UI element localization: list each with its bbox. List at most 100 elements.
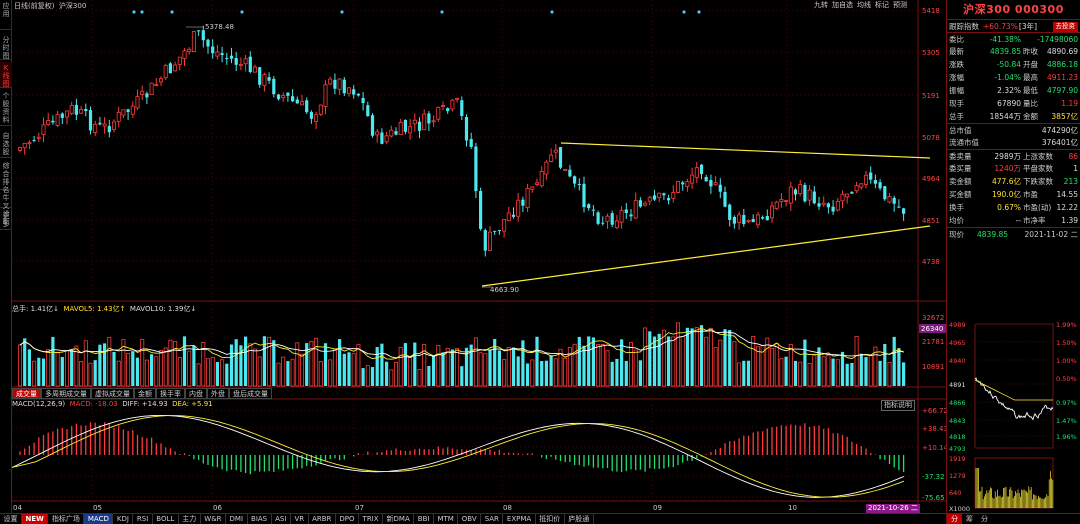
mini-pct-tick: 1.00% (1056, 357, 1077, 365)
invest-button[interactable]: 去投资 (1052, 22, 1078, 32)
candle-body (469, 139, 473, 147)
volume-bar (831, 358, 835, 386)
candle-body (544, 161, 549, 175)
indicator-help-button[interactable]: 指标说明 (881, 400, 915, 411)
candle-body (145, 93, 149, 98)
intraday-mini-chart[interactable]: 4989 4965 4940 4891 4866 4843 4818 4793 1.99% 1.5… (947, 318, 1080, 513)
indicator-tab-19[interactable]: OBV (458, 514, 482, 524)
candle-body (601, 222, 605, 224)
volume-tab-7[interactable]: 盘后成交量 (229, 388, 272, 399)
volume-tab-3[interactable]: 金额 (134, 388, 156, 399)
sidebar-item-6[interactable]: 牛 叉 诊 断 (0, 192, 12, 226)
indicator-tab-11[interactable]: ASI (272, 514, 291, 524)
volume-tab-1[interactable]: 多周期成交量 (41, 388, 91, 399)
toolbar-item-2[interactable]: 均线 (857, 1, 871, 9)
indicator-tab-5[interactable]: RSI (133, 514, 153, 524)
volume-bar (135, 357, 140, 386)
toolbar-item-0[interactable]: 九转 (814, 1, 828, 9)
rows3-row: 均价 -- 市净率 1.39 (949, 216, 1078, 225)
mini-pct-tick: 0.50% (1056, 375, 1077, 383)
indicator-tab-8[interactable]: W&R (201, 514, 227, 524)
right-tab-0[interactable]: 分 (947, 514, 962, 524)
volume-bar (648, 331, 652, 386)
candle-body (624, 209, 628, 214)
volume-bar (732, 341, 737, 387)
sidebar-item-7[interactable]: 更 多 (0, 210, 12, 230)
volume-tab-2[interactable]: 虚拟成交量 (91, 388, 134, 399)
rows3-row: 委卖量 2989万 上涨家数 86 (947, 149, 1080, 162)
candle-body (422, 113, 427, 131)
volume-tab-6[interactable]: 外盘 (207, 388, 229, 399)
candle-body (446, 108, 450, 112)
mini-price-tick: 4843 (949, 417, 966, 425)
toolbar-item-4[interactable]: 预测 (893, 1, 907, 9)
indicator-tab-17[interactable]: BBI (414, 514, 434, 524)
indicator-tab-18[interactable]: MTM (434, 514, 459, 524)
sidebar-item-1[interactable]: 分 时 图 (0, 34, 12, 60)
indicator-tab-0[interactable]: 设置 (0, 514, 22, 524)
indicator-tab-16[interactable]: 新DMA (383, 514, 415, 524)
sidebar-item-3[interactable]: 个 股 资 料 (0, 90, 12, 126)
indicator-tab-15[interactable]: TRIX (359, 514, 384, 524)
indicator-tab-7[interactable]: 主力 (179, 514, 201, 524)
chart-canvas[interactable]: 5418 5305 5191 5078 4964 4851 4738 32672 21781 10… (12, 0, 946, 512)
toolbar-item-1[interactable]: 加自选 (832, 1, 853, 9)
indicator-tab-9[interactable]: DMI (226, 514, 248, 524)
rows3-row: 卖金额 477.6亿 下跌家数 213 (949, 177, 1078, 186)
sidebar-item-4[interactable]: 自 选 股 (0, 130, 12, 158)
volume-bar (150, 354, 154, 386)
volume-bar (643, 327, 648, 387)
candle-body (238, 64, 243, 66)
candle-body (346, 87, 351, 95)
indicator-tab-20[interactable]: SAR (481, 514, 504, 524)
candle-body (197, 30, 201, 32)
indicator-tab-21[interactable]: EXPMA (503, 514, 536, 524)
candle-body (291, 96, 295, 102)
indicator-tab-12[interactable]: VR (291, 514, 309, 524)
mini-vol-tick: 640 (949, 489, 961, 497)
volume-bar (389, 369, 394, 387)
kline-chart-area[interactable]: 5418 5305 5191 5078 4964 4851 4738 32672 21781 10… (12, 0, 946, 513)
volume-bar (70, 349, 74, 386)
indicator-tab-4[interactable]: KDJ (113, 514, 134, 524)
volume-bar (812, 354, 817, 387)
candle-body (821, 202, 826, 206)
candle-body (440, 105, 445, 107)
candle-body (126, 109, 130, 112)
volume-bar (323, 343, 328, 386)
order-rows: 委卖量 2989万 上涨家数 86 委买量 1240万 平盘家数 1 卖金额 477.6亿 下跌家数… (947, 149, 1080, 227)
sidebar-item-5[interactable]: 综 合 排 名 (0, 160, 12, 194)
indicator-tab-10[interactable]: BIAS (248, 514, 272, 524)
candle-body (154, 84, 159, 86)
indicator-tab-6[interactable]: BOLL (153, 514, 179, 524)
volume-tab-0[interactable]: 成交量 (12, 388, 41, 399)
macd-dea-line (12, 415, 905, 498)
right-tab-2[interactable]: 分 (977, 514, 992, 524)
candle-body (36, 136, 41, 139)
indicator-tab-23[interactable]: 庐股通 (565, 514, 594, 524)
indicator-tab-14[interactable]: DPO (336, 514, 360, 524)
sidebar-item-2[interactable]: K 线 图 (0, 62, 12, 88)
volume-bar (168, 339, 173, 387)
candle-body (826, 203, 830, 208)
volume-tab-5[interactable]: 内盘 (185, 388, 207, 399)
indicator-tab-2[interactable]: 指标广场 (48, 514, 85, 524)
volume-tab-4[interactable]: 换手率 (156, 388, 185, 399)
event-marker (697, 10, 701, 14)
candle-body (394, 131, 398, 135)
indicator-tab-1[interactable]: NEW (22, 514, 49, 524)
toolbar-item-3[interactable]: 标记 (875, 1, 889, 9)
candle-body (774, 201, 779, 209)
volume-bar (403, 343, 407, 386)
volume-bar (210, 357, 215, 387)
sidebar-item-0[interactable]: 应 用 (0, 0, 12, 30)
candle-body (728, 204, 732, 220)
volume-bar (342, 353, 346, 386)
indicator-tab-3[interactable]: MACD (84, 514, 114, 524)
indicator-tab-22[interactable]: 抵扣价 (536, 514, 565, 524)
right-tab-1[interactable]: 筹 (962, 514, 977, 524)
volume-bar (88, 362, 93, 387)
volume-bar (93, 360, 97, 386)
candle-body (840, 193, 845, 202)
indicator-tab-13[interactable]: ARBR (309, 514, 336, 524)
